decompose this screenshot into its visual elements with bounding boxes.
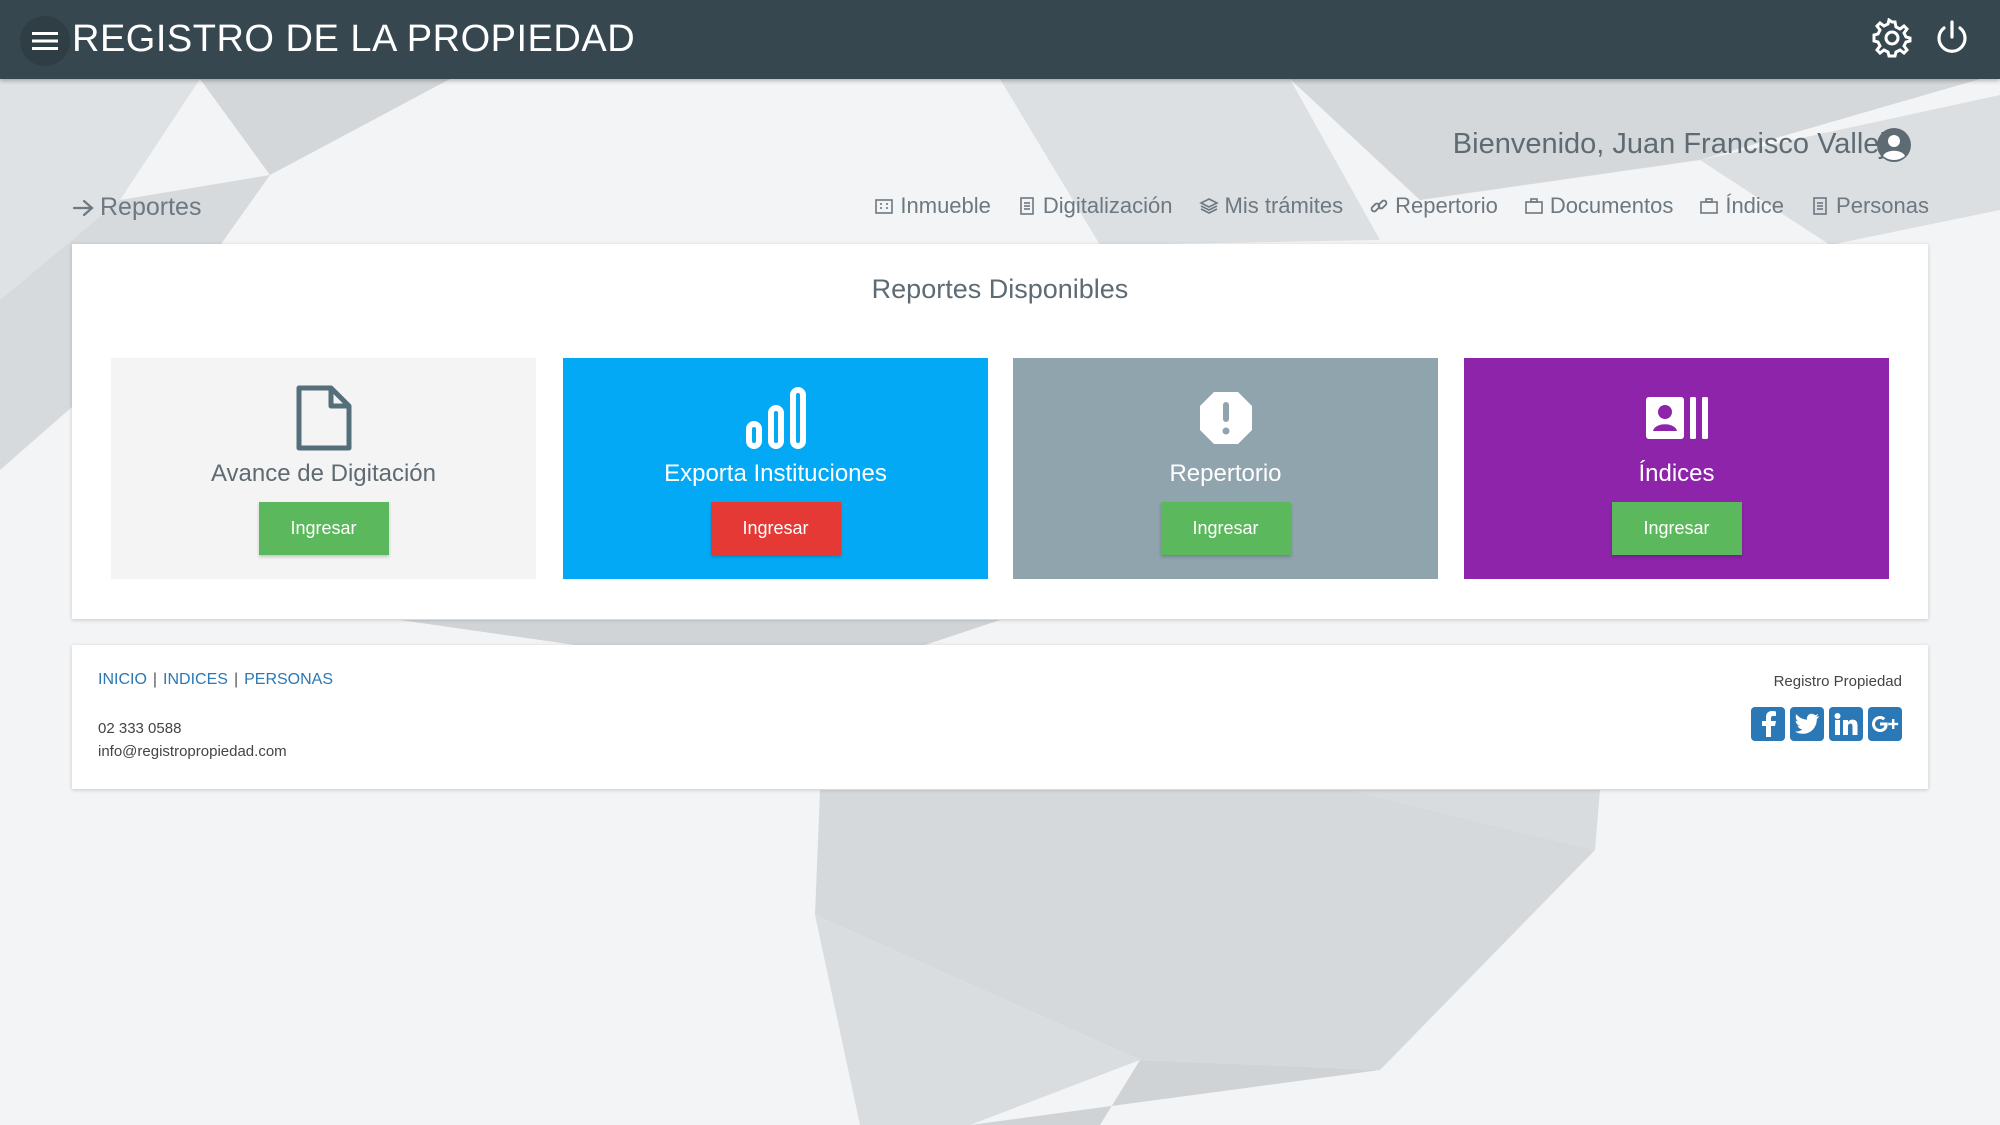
document-icon [1813,197,1827,215]
nav-item-label: Índice [1725,193,1785,218]
facebook-icon[interactable] [1751,707,1785,741]
nav-item-personas[interactable]: Personas [1810,193,1929,219]
signal-bars-icon [745,387,806,449]
report-tile-label: Repertorio [1169,460,1282,487]
twitter-icon[interactable] [1790,707,1824,741]
nav-item-label: Digitalización [1042,193,1173,218]
linkedin-icon[interactable] [1829,707,1863,741]
layers-icon [1198,198,1219,214]
welcome-message: Bienvenido, Juan Francisco Vallejo [1452,128,1902,160]
nav-item-indice[interactable]: Índice [1699,193,1784,219]
hamburger-icon [32,32,58,50]
gear-icon [1872,17,1912,58]
ingresar-button[interactable]: Ingresar [710,502,841,555]
nav-item-label: Mis trámites [1224,193,1344,218]
footer-links: INICIO | INDICES | PERSONAS [98,671,333,689]
briefcase-icon [1700,198,1719,214]
nav-item-digitalizacion[interactable]: Digitalización [1017,193,1173,219]
report-tile-exporta: Exporta Instituciones Ingresar [563,358,988,579]
footer-email[interactable]: info@registropropiedad.com [98,743,287,760]
footer-brand: Registro Propiedad [1773,673,1902,690]
google-plus-icon[interactable] [1868,707,1902,741]
nav-item-mis-tramites[interactable]: Mis trámites [1198,193,1344,219]
contact-card-icon [1645,397,1708,439]
alert-octagon-icon [1199,392,1252,444]
reports-card: Reportes Disponibles Avance de Digitació… [72,244,1928,619]
breadcrumb[interactable]: Reportes [72,193,201,222]
nav-item-label: Documentos [1549,193,1674,218]
ingresar-button[interactable]: Ingresar [1611,502,1742,555]
footer-link-personas[interactable]: PERSONAS [244,671,333,689]
file-icon [296,385,351,451]
user-circle-icon[interactable] [1876,127,1912,163]
top-app-bar: REGISTRO DE LA PROPIEDAD [0,0,2000,79]
top-navigation: Inmueble Digitalización Mis trámites Rep… [874,193,1929,219]
report-tile-indices: Índices Ingresar [1464,358,1889,579]
report-tile-label: Índices [1638,460,1715,487]
app-title: REGISTRO DE LA PROPIEDAD [72,18,636,60]
reports-title: Reportes Disponibles [871,274,1129,304]
report-tile-label: Exporta Instituciones [664,460,887,487]
power-icon [1937,20,1967,53]
footer-link-indices[interactable]: INDICES [163,671,228,689]
menu-button[interactable] [20,16,70,66]
link-icon [1370,199,1388,213]
building-icon [875,199,894,214]
footer-separator: | [152,671,158,688]
footer-separator: | [233,671,239,688]
report-tile-avance: Avance de Digitación Ingresar [111,358,536,579]
ingresar-button[interactable]: Ingresar [1160,502,1291,555]
logout-button[interactable] [1932,18,1972,58]
ingresar-button[interactable]: Ingresar [258,502,389,555]
nav-item-documentos[interactable]: Documentos [1524,193,1674,219]
arrow-right-icon [72,199,94,216]
document-icon [1020,197,1034,215]
nav-item-label: Inmueble [900,193,991,218]
settings-button[interactable] [1872,17,1912,58]
footer-phone: 02 333 0588 [98,720,182,737]
breadcrumb-label: Reportes [100,193,202,221]
footer: INICIO | INDICES | PERSONAS 02 333 0588 … [72,645,1928,789]
footer-link-inicio[interactable]: INICIO [98,671,147,689]
report-tile-label: Avance de Digitación [210,460,437,487]
nav-item-repertorio[interactable]: Repertorio [1369,193,1498,219]
report-tile-repertorio: Repertorio Ingresar [1013,358,1438,579]
social-links [1751,707,1902,741]
nav-item-label: Repertorio [1395,193,1498,218]
nav-item-inmueble[interactable]: Inmueble [874,193,991,219]
nav-item-label: Personas [1836,193,1929,218]
briefcase-icon [1525,198,1543,214]
